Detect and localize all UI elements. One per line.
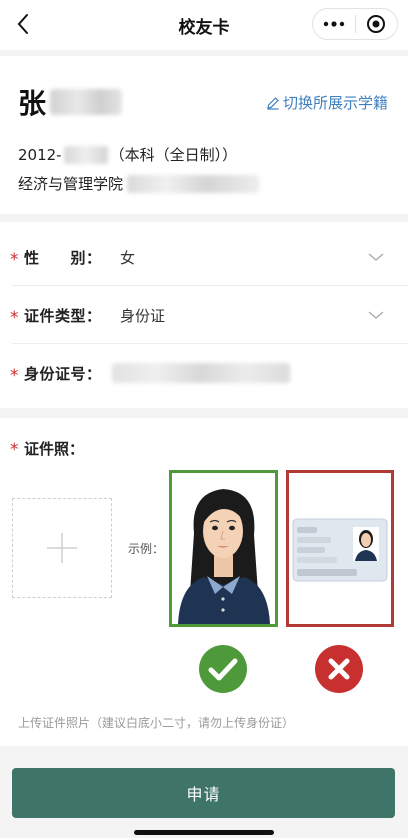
portrait-illustration [172, 473, 275, 624]
id-type-value: 身份证 [120, 306, 166, 325]
college-name: 经济与管理学院 [18, 175, 124, 193]
edit-icon [267, 96, 279, 110]
target-icon [367, 15, 386, 33]
year-redaction [63, 145, 108, 164]
required-mark: * [10, 250, 19, 270]
id-card-illustration [289, 473, 391, 624]
college-info: 经济与管理学院 [18, 173, 260, 194]
wrong-example-photo [286, 470, 394, 627]
student-name: 张 [18, 87, 47, 120]
back-button[interactable] [8, 9, 38, 39]
photo-hint: 上传证件照片（建议白底小二寸，请勿上传身份证） [18, 716, 295, 730]
id-type-row[interactable]: * 证件类型： 身份证 [0, 286, 408, 344]
photo-upload-button[interactable] [12, 498, 112, 598]
plus-icon [47, 533, 77, 563]
degree-type: （本科（全日制）） [109, 146, 238, 164]
enroll-year: 2012- [18, 145, 62, 164]
id-type-label: 证件类型： [24, 306, 102, 325]
wrong-indicator [314, 644, 364, 698]
page-title: 校友卡 [178, 17, 230, 38]
gender-label: 性 别： [24, 248, 102, 267]
close-icon [315, 645, 363, 693]
major-redaction [127, 174, 260, 193]
example-label: 示例： [128, 542, 165, 556]
chevron-down-icon [368, 311, 384, 319]
id-number-label: 身份证号： [24, 364, 102, 383]
photo-label: 证件照： [24, 440, 85, 458]
more-icon [323, 21, 345, 27]
gender-value: 女 [120, 248, 136, 267]
chevron-left-icon [17, 14, 28, 34]
apply-button[interactable]: 申请 [12, 768, 395, 818]
mini-program-capsule [312, 8, 398, 40]
id-number-row[interactable]: * 身份证号： [0, 344, 408, 402]
required-mark: * [10, 308, 19, 328]
switch-record-link[interactable]: 切换所展示学籍 [266, 92, 388, 113]
name-row: 张 [18, 82, 123, 122]
name-redaction [50, 89, 123, 115]
more-button[interactable] [313, 9, 355, 39]
id-number-redaction [112, 363, 290, 383]
navigation-bar: 校友卡 [0, 0, 408, 50]
required-mark: * [10, 440, 19, 460]
footer-bar: 申请 [0, 752, 408, 838]
identity-form: * 性 别： 女 * 证件类型： 身份证 * 身份证号： [0, 222, 408, 408]
correct-indicator [198, 644, 248, 698]
switch-record-label: 切换所展示学籍 [282, 94, 388, 112]
chevron-down-icon [368, 253, 384, 261]
close-mini-program-button[interactable] [356, 9, 397, 39]
photo-section: * 证件照： 示例： 上传证件照片（建议白底小二寸，请勿上传身份证） [0, 418, 408, 746]
required-mark: * [10, 366, 19, 386]
correct-example-photo [169, 470, 278, 627]
enrollment-info: 2012- （本科（全日制）） [18, 144, 237, 165]
home-indicator [134, 830, 274, 835]
gender-row[interactable]: * 性 别： 女 [0, 228, 408, 286]
profile-card: 张 切换所展示学籍 2012- （本科（全日制）） 经济与管理学院 [0, 56, 408, 214]
check-icon [199, 645, 247, 693]
